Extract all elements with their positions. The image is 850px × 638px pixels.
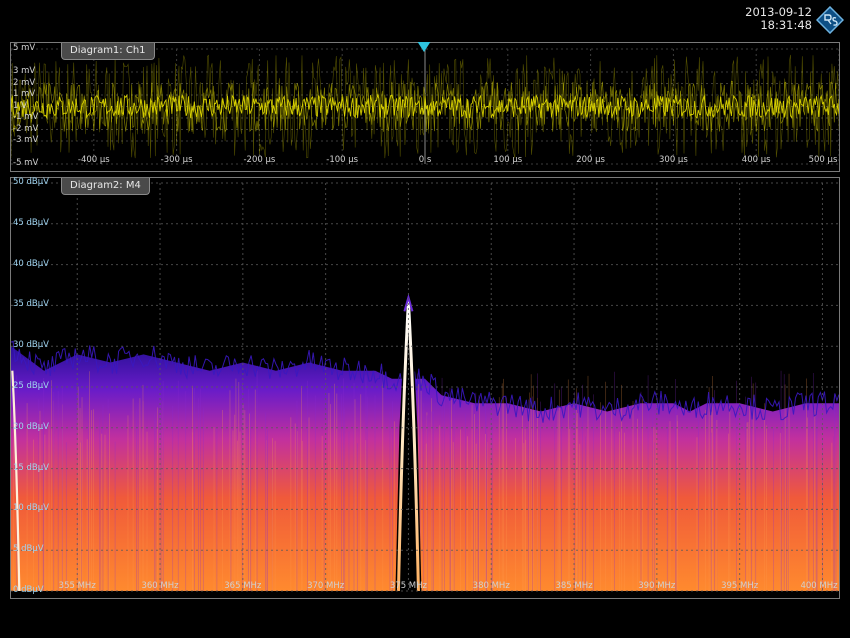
y-tick-label: 10 dBµV bbox=[13, 503, 49, 514]
x-tick-label: 385 MHz bbox=[555, 581, 593, 591]
y-tick-label: -5 mV bbox=[13, 158, 39, 168]
x-tick-label: 100 µs bbox=[493, 155, 523, 165]
x-tick-label: 380 MHz bbox=[472, 581, 510, 591]
y-tick-label: -3 mV bbox=[13, 135, 39, 145]
rohde-schwarz-logo-icon bbox=[816, 6, 844, 34]
y-tick-label: 45 dBµV bbox=[13, 217, 49, 228]
y-tick-label: 40 dBµV bbox=[13, 258, 49, 269]
diagram1-tab[interactable]: Diagram1: Ch1 bbox=[61, 43, 155, 60]
y-tick-label: 3 mV bbox=[13, 66, 36, 76]
x-tick-label: 365 MHz bbox=[224, 581, 262, 591]
y-tick-label: 0 dBµV bbox=[13, 585, 44, 595]
y-tick-label: 25 dBµV bbox=[13, 381, 49, 391]
x-tick-label: 390 MHz bbox=[638, 581, 676, 591]
diagram1-plot bbox=[11, 48, 839, 165]
x-tick-label: 400 µs bbox=[741, 155, 771, 165]
x-tick-label: 370 MHz bbox=[307, 581, 345, 591]
x-tick-label: 200 µs bbox=[576, 155, 605, 165]
x-tick-label: -200 µs bbox=[243, 155, 276, 165]
x-tick-label: 400 MHz bbox=[800, 581, 838, 591]
diagram2-tab[interactable]: Diagram2: M4 bbox=[61, 178, 150, 195]
spectrum-area bbox=[11, 340, 839, 591]
y-tick-label: 30 dBµV bbox=[13, 340, 49, 351]
x-tick-label: 300 µs bbox=[659, 155, 688, 165]
x-tick-label: 360 MHz bbox=[141, 581, 179, 591]
x-tick-label: 0 s bbox=[418, 155, 432, 165]
x-tick-label: -400 µs bbox=[77, 155, 110, 165]
diagram2-plot bbox=[11, 182, 839, 592]
y-tick-label: 1 V bbox=[13, 100, 27, 111]
diagram1-panel: Diagram1: Ch1 5 mV 3 mV 2 mV 1 mV 1 V -1 mV -2… bbox=[10, 42, 840, 172]
datetime: 2013-09-12 18:31:48 bbox=[745, 6, 812, 32]
x-tick-label: -100 µs bbox=[326, 155, 359, 165]
y-tick-label: 50 dBµV bbox=[13, 177, 49, 187]
y-tick-label: 2 mV bbox=[13, 77, 36, 88]
x-tick-label: 375 MHz bbox=[389, 581, 427, 591]
y-tick-label: 20 dBµV bbox=[13, 421, 49, 432]
x-tick-label: 355 MHz bbox=[58, 581, 96, 591]
x-tick-label: 395 MHz bbox=[721, 581, 759, 591]
y-tick-label: 5 dBµV bbox=[13, 544, 44, 555]
x-tick-label: -300 µs bbox=[160, 155, 193, 165]
y-tick-label: 1 mV bbox=[13, 89, 36, 99]
x-tick-label: 500 µs bbox=[808, 155, 838, 165]
y-tick-label: -1 mV bbox=[13, 112, 39, 122]
y-tick-label: 35 dBµV bbox=[13, 299, 49, 310]
time-text: 18:31:48 bbox=[760, 18, 812, 32]
y-tick-label: 5 mV bbox=[13, 43, 36, 53]
diagram2-panel: Diagram2: M4 50 dBµV 45 dBµV 40 dBµV 35 dBµ… bbox=[10, 177, 840, 599]
y-tick-label: -2 mV bbox=[13, 123, 39, 134]
y-tick-label: 15 dBµV bbox=[13, 462, 49, 473]
